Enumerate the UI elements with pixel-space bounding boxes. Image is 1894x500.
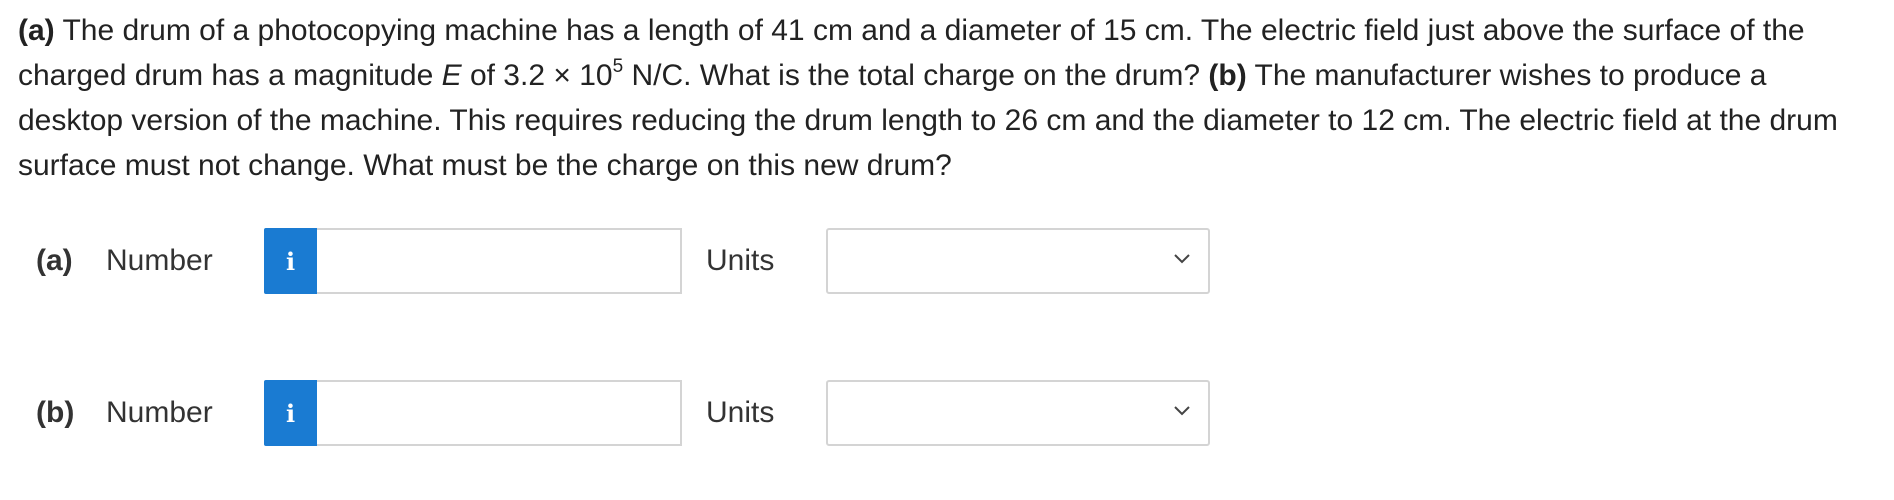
answer-row-b: (b) Number i Units <box>0 380 1894 450</box>
info-button[interactable]: i <box>264 380 317 446</box>
info-icon: i <box>285 398 296 428</box>
info-icon: i <box>285 246 296 276</box>
part-b-tag: (b) <box>1208 59 1247 92</box>
exponent: 5 <box>612 56 624 77</box>
part-label: (a) <box>36 244 73 277</box>
number-label: Number <box>106 396 213 429</box>
number-label: Number <box>106 244 213 277</box>
question-text: (a) The drum of a photocopying machine h… <box>18 8 1878 188</box>
answer-row-a: (a) Number i Units <box>0 228 1894 298</box>
number-input-a[interactable] <box>317 228 682 294</box>
question-text-2: of 3.2 × 10 <box>461 59 613 92</box>
info-button[interactable]: i <box>264 228 317 294</box>
units-dropdown-b[interactable] <box>826 380 1210 446</box>
chevron-down-icon <box>1174 254 1190 264</box>
units-label: Units <box>706 244 775 277</box>
number-input-b[interactable] <box>317 380 682 446</box>
field-symbol: E <box>441 59 462 92</box>
units-dropdown-a[interactable] <box>826 228 1210 294</box>
chevron-down-icon <box>1174 406 1190 416</box>
question-text-3: N/C. What is the total charge on the dru… <box>623 59 1209 92</box>
part-a-tag: (a) <box>18 14 55 47</box>
part-label: (b) <box>36 396 75 429</box>
units-label: Units <box>706 396 775 429</box>
